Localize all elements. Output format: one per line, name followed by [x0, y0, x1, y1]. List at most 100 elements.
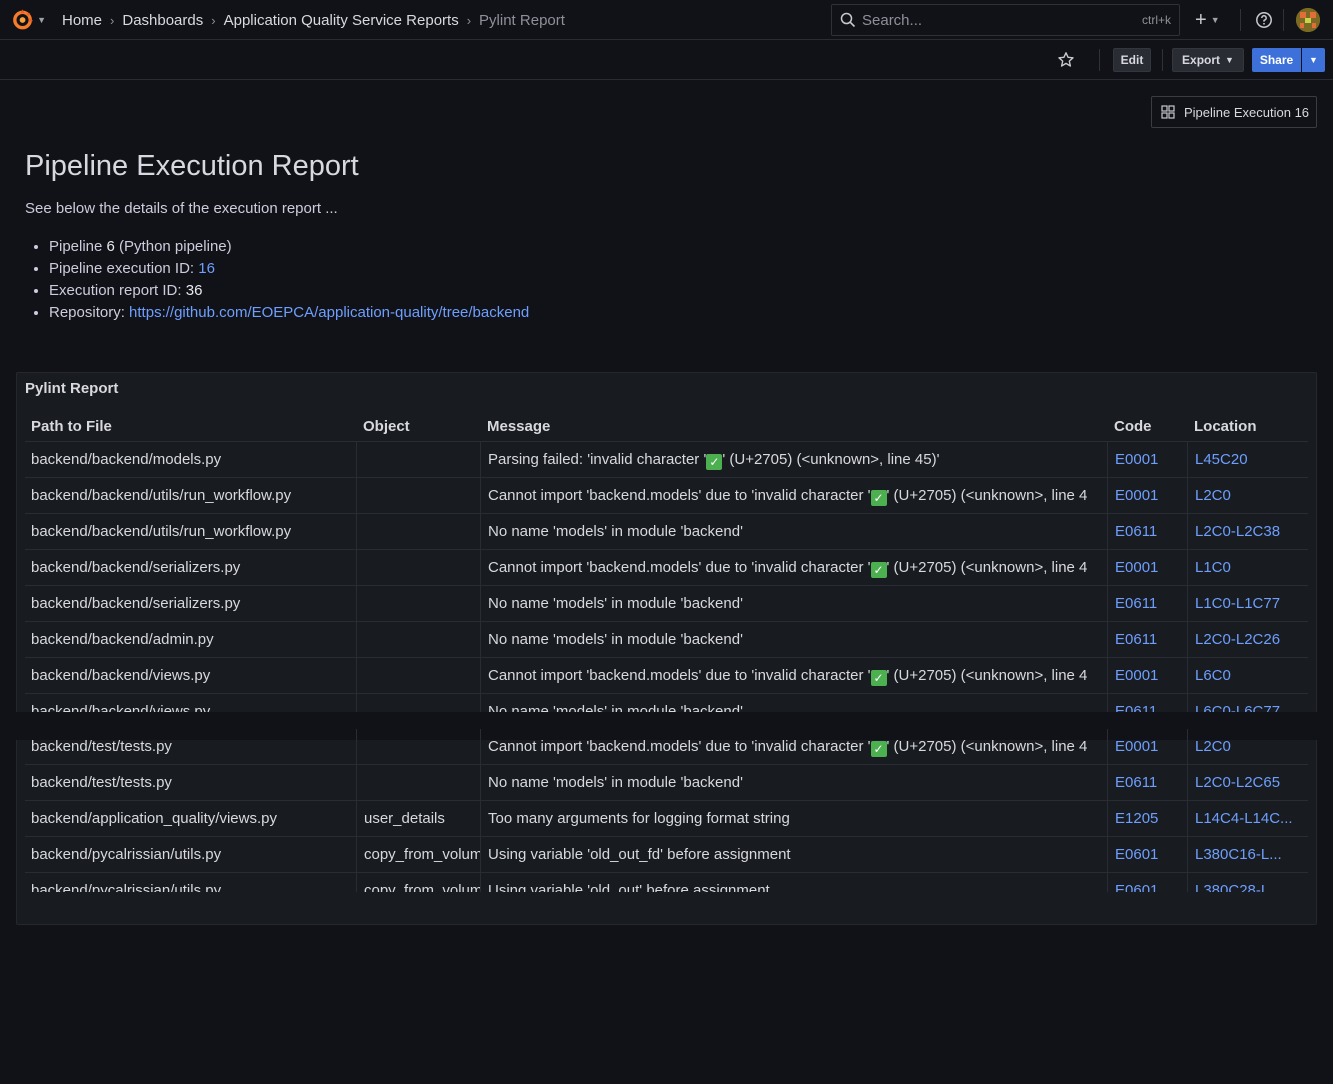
table-row[interactable]: backend/pycalrissian/utils.py copy_from_v… [25, 873, 1308, 892]
cell-code-link[interactable]: E0611 [1107, 622, 1187, 657]
cell-location-link[interactable]: L6C0 [1187, 658, 1308, 693]
pipeline-execution-selector[interactable]: Pipeline Execution 16 [1151, 96, 1317, 128]
cell-location-link[interactable]: L1C0 [1187, 550, 1308, 585]
cell-path: backend/backend/serializers.py [31, 559, 241, 576]
table-row[interactable]: backend/backend/serializers.py Cannot imp… [25, 550, 1308, 586]
message-text: Using variable 'old_out' before assignme… [488, 882, 770, 892]
edit-button[interactable]: Edit [1113, 48, 1151, 72]
cell-location-link[interactable]: L2C0-L2C38 [1187, 514, 1308, 549]
search-input[interactable]: Search... ctrl+k [831, 4, 1180, 36]
cell-object [356, 586, 480, 621]
table-row[interactable]: backend/backend/utils/run_workflow.py Can… [25, 478, 1308, 514]
cell-location-link[interactable]: L2C0-L2C65 [1187, 765, 1308, 800]
cell-object: copy_from_volum [356, 873, 480, 892]
message-text: Cannot import 'backend.models' due to 'i… [488, 487, 871, 504]
repository-link[interactable]: https://github.com/EOEPCA/application-qu… [129, 304, 529, 321]
breadcrumb-folder[interactable]: Application Quality Service Reports [224, 12, 459, 29]
breadcrumb-home[interactable]: Home [62, 12, 102, 29]
cell-location-link[interactable]: L1C0-L1C77 [1187, 586, 1308, 621]
cell-code-link[interactable]: E0601 [1107, 837, 1187, 872]
table-row[interactable]: backend/pycalrissian/utils.py copy_from_v… [25, 837, 1308, 873]
cell-path: backend/pycalrissian/utils.py [31, 846, 222, 863]
message-text: Too many arguments for logging format st… [488, 810, 790, 827]
cell-location-link[interactable]: L2C0-L2C26 [1187, 622, 1308, 657]
cell-code-link[interactable]: E0611 [1107, 765, 1187, 800]
list-item: Repository: https://github.com/EOEPCA/ap… [49, 302, 529, 324]
divider [1099, 49, 1100, 71]
cell-message: No name 'models' in module 'backend' [480, 694, 1107, 712]
table-row[interactable]: backend/application_quality/views.py user… [25, 801, 1308, 837]
cell-location-link[interactable]: L2C0 [1187, 478, 1308, 513]
avatar[interactable] [1296, 8, 1320, 32]
cell-path: backend/pycalrissian/utils.py [31, 882, 222, 892]
cell-location-link[interactable]: L14C4-L14C... [1187, 801, 1308, 836]
cell-location-link[interactable]: L45C20 [1187, 442, 1308, 477]
table-row[interactable]: backend/backend/serializers.py No name 'm… [25, 586, 1308, 622]
message-text: Using variable 'old_out_fd' before assig… [488, 846, 791, 863]
chevron-down-icon: ▼ [1309, 55, 1318, 65]
table-row[interactable]: backend/backend/views.py Cannot import 'b… [25, 658, 1308, 694]
cell-code-link[interactable]: E0611 [1107, 586, 1187, 621]
pipeline-id: 6 [106, 238, 115, 255]
table-row[interactable]: backend/backend/utils/run_workflow.py No … [25, 514, 1308, 550]
cell-message: No name 'models' in module 'backend' [480, 622, 1107, 657]
check-mark-icon: ✓ [870, 562, 887, 578]
chevron-down-icon: ▼ [37, 15, 46, 25]
search-placeholder: Search... [862, 11, 923, 29]
report-description: See below the details of the execution r… [25, 200, 338, 217]
cell-location-link[interactable]: L2C0 [1187, 729, 1308, 764]
breadcrumb-separator-icon: › [211, 12, 216, 28]
message-text-suffix: ' (U+2705) (<unknown>, line 4 [886, 559, 1088, 576]
table-row[interactable]: backend/backend/models.py Parsing failed:… [25, 442, 1308, 478]
cell-code-link[interactable]: E0611 [1107, 514, 1187, 549]
cell-code-link[interactable]: E0001 [1107, 442, 1187, 477]
export-button[interactable]: Export ▼ [1172, 48, 1244, 72]
cell-code-link[interactable]: E0001 [1107, 658, 1187, 693]
table-body[interactable]: backend/test/tests.py Cannot import 'back… [25, 729, 1308, 892]
cell-code-link[interactable]: E0001 [1107, 550, 1187, 585]
cell-object [356, 478, 480, 513]
execution-id-label: Pipeline execution ID: [49, 260, 199, 277]
message-text: Cannot import 'backend.models' due to 'i… [488, 738, 871, 755]
column-header-location[interactable]: Location [1194, 418, 1257, 435]
report-id-label: Execution report ID: [49, 282, 186, 299]
share-button[interactable]: Share [1252, 48, 1301, 72]
breadcrumb-dashboards[interactable]: Dashboards [122, 12, 203, 29]
cell-location-link[interactable]: L380C28-L... [1187, 873, 1308, 892]
help-icon[interactable] [1255, 11, 1273, 29]
cell-code-link[interactable]: E0001 [1107, 478, 1187, 513]
table-row[interactable]: backend/test/tests.py No name 'models' in… [25, 765, 1308, 801]
execution-id-link[interactable]: 16 [198, 260, 215, 277]
table-row[interactable]: backend/backend/admin.py No name 'models'… [25, 622, 1308, 658]
cell-code-link[interactable]: E1205 [1107, 801, 1187, 836]
table-row[interactable]: backend/backend/views.py No name 'models'… [25, 694, 1308, 712]
cell-code-link[interactable]: E0601 [1107, 873, 1187, 892]
table-row[interactable]: backend/test/tests.py Cannot import 'back… [25, 729, 1308, 765]
column-header-message[interactable]: Message [487, 418, 550, 435]
cell-location-link[interactable]: L6C0-L6C77 [1187, 694, 1308, 712]
column-header-path[interactable]: Path to File [31, 418, 112, 435]
pipeline-execution-label: Pipeline Execution 16 [1184, 104, 1310, 120]
cell-location-link[interactable]: L380C16-L... [1187, 837, 1308, 872]
column-header-object[interactable]: Object [363, 418, 410, 435]
cell-object [356, 658, 480, 693]
add-new-button[interactable]: + ▼ [1195, 9, 1227, 31]
cell-message: Cannot import 'backend.models' due to 'i… [480, 478, 1107, 513]
star-icon[interactable] [1057, 51, 1075, 69]
cell-code-link[interactable]: E0611 [1107, 694, 1187, 712]
table-body[interactable]: backend/backend/models.py Parsing failed:… [25, 442, 1308, 712]
table-header: Path to File Object Message Code Locatio… [25, 408, 1308, 442]
divider [1240, 9, 1241, 31]
dashboard-grid-icon [1161, 105, 1175, 119]
chevron-down-icon: ▼ [1225, 55, 1234, 65]
cell-code-link[interactable]: E0001 [1107, 729, 1187, 764]
share-dropdown-button[interactable]: ▼ [1302, 48, 1325, 72]
cell-message: Parsing failed: 'invalid character ' ✓ ' (… [480, 442, 1107, 477]
cell-path: backend/backend/models.py [31, 451, 222, 468]
grafana-logo-icon[interactable]: ▼ [10, 7, 46, 33]
cell-message: No name 'models' in module 'backend' [480, 765, 1107, 800]
column-header-code[interactable]: Code [1114, 418, 1152, 435]
chevron-down-icon: ▼ [1210, 15, 1220, 25]
check-mark-icon: ✓ [870, 490, 887, 506]
cell-message: Cannot import 'backend.models' due to 'i… [480, 658, 1107, 693]
